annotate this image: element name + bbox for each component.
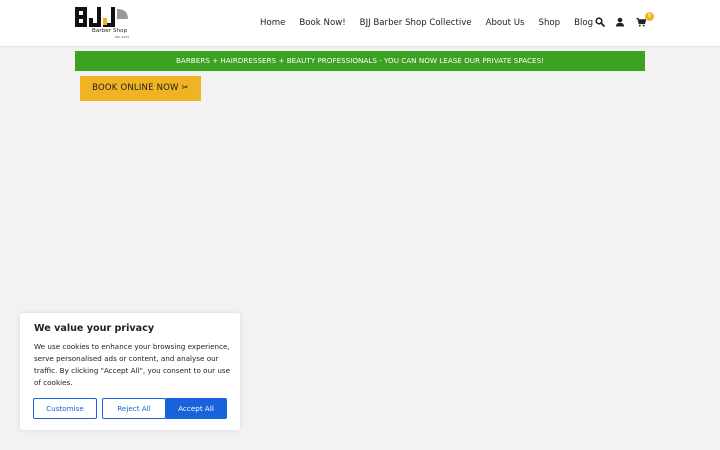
book-online-button[interactable]: BOOK ONLINE NOW ✂ [80, 76, 201, 101]
nav-item-blog[interactable]: Blog [574, 16, 593, 30]
bjj-logo-mark [75, 7, 128, 27]
reject-all-button[interactable]: Reject All [102, 398, 166, 419]
promo-banner[interactable]: BARBERS + HAIRDRESSERS + BEAUTY PROFESSI… [75, 51, 645, 71]
logo-tagline: Est. 2015 [115, 35, 130, 39]
user-icon[interactable] [615, 17, 625, 27]
site-header: Barber Shop Est. 2015 Home Book Now! BJJ… [0, 0, 720, 47]
nav-item-collective[interactable]: BJJ Barber Shop Collective [360, 16, 472, 30]
site-logo[interactable]: Barber Shop Est. 2015 [75, 7, 130, 40]
nav-item-home[interactable]: Home [260, 16, 285, 30]
cookie-consent-panel: We value your privacy We use cookies to … [20, 313, 240, 430]
nav-item-book-now[interactable]: Book Now! [299, 16, 345, 30]
logo-subtitle: Barber Shop [92, 28, 128, 34]
nav-item-shop[interactable]: Shop [539, 16, 561, 30]
nav-item-about-us[interactable]: About Us [486, 16, 525, 30]
main-nav: Home Book Now! BJJ Barber Shop Collectiv… [260, 16, 607, 30]
accept-all-button[interactable]: Accept All [165, 398, 227, 419]
search-icon[interactable] [595, 17, 605, 27]
cart-count-badge: 0 [645, 12, 654, 21]
customise-button[interactable]: Customise [33, 398, 97, 419]
cookie-text: We use cookies to enhance your browsing … [34, 342, 231, 387]
cookie-title: We value your privacy [34, 323, 155, 334]
